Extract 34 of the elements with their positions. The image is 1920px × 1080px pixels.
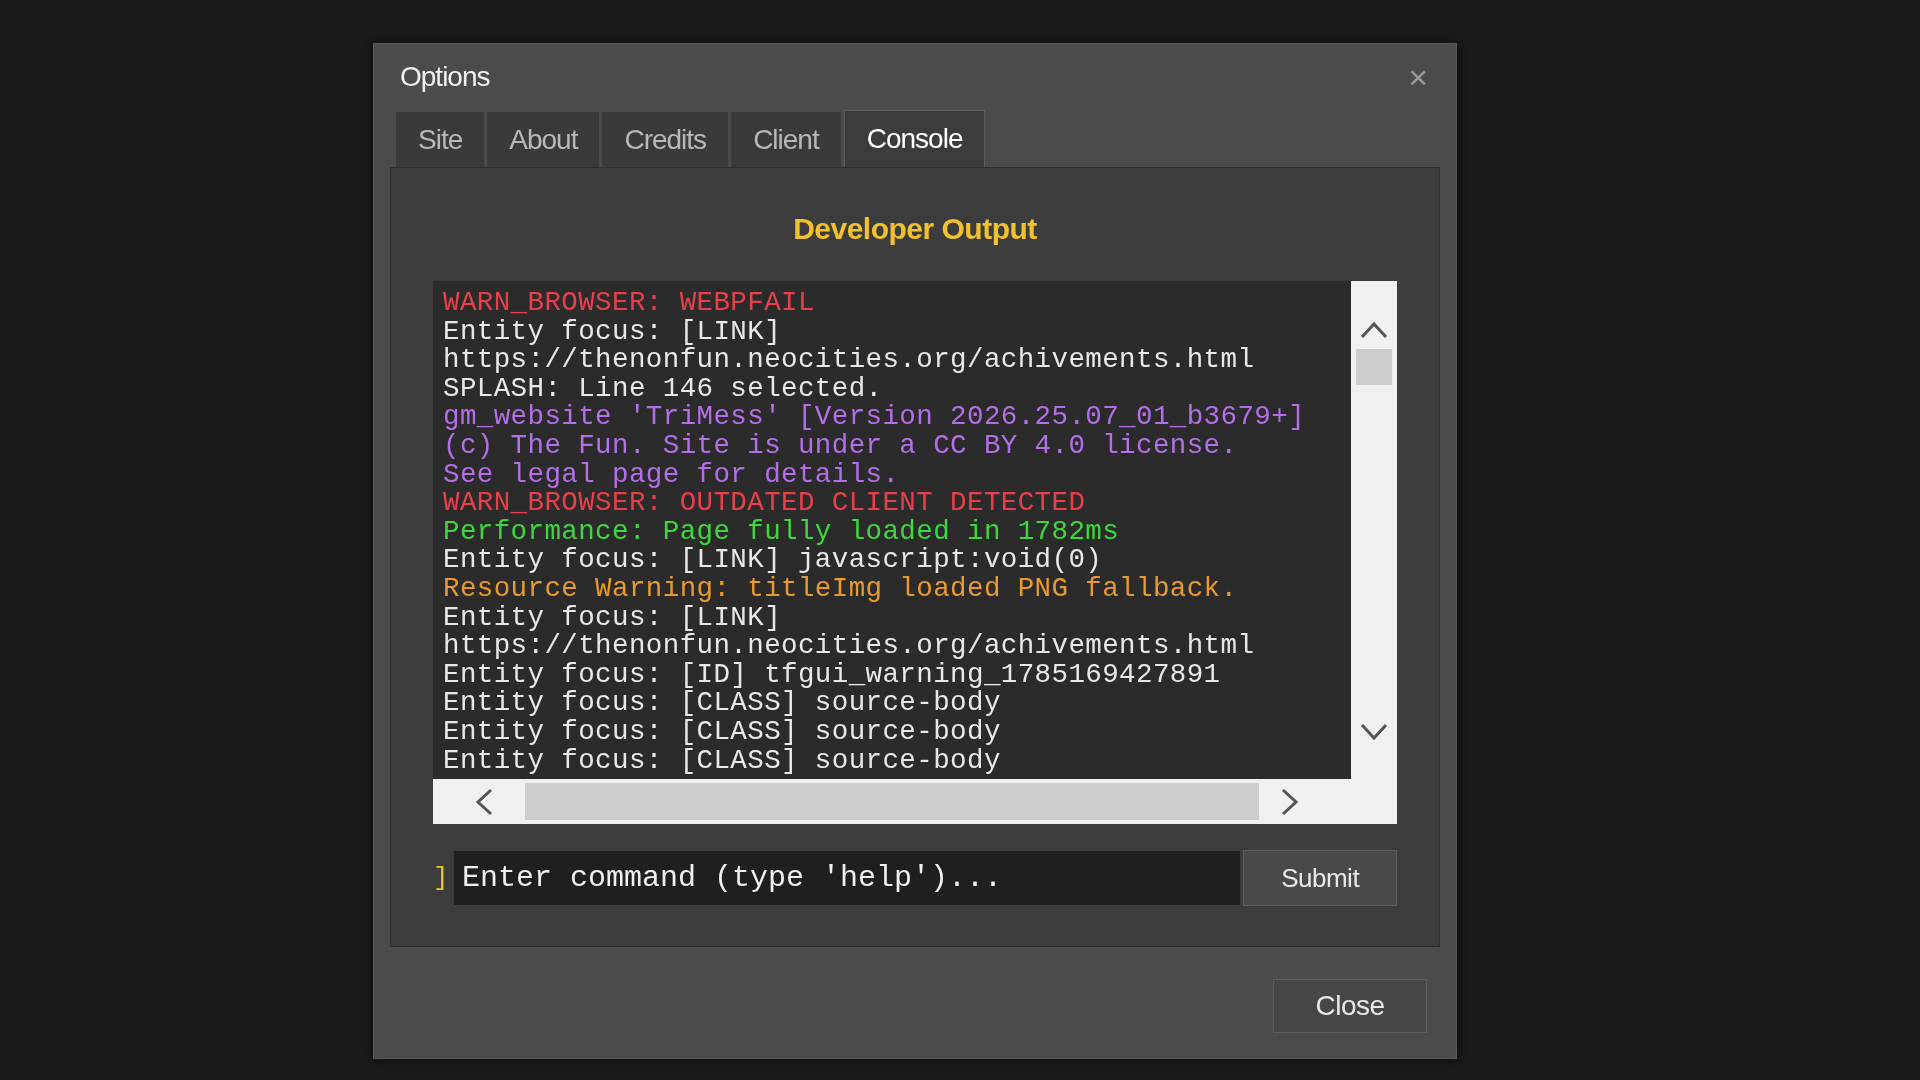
console-line: Entity focus: [CLASS] source-body xyxy=(443,746,1002,776)
console-line: gm_website 'TriMess' [Version 2026.25.07_01_b3679+] xyxy=(443,403,1307,432)
console-line: Entity focus: [CLASS] source-body xyxy=(443,689,1001,718)
console-line: SPLASH: Line 146 selected. xyxy=(443,374,883,404)
console-line: Entity focus: [LINK] xyxy=(443,603,782,633)
console-line: Entity focus: [CLASS] source-body xyxy=(443,717,1002,747)
console-line: https://thenonfun.neocities.org/achivements.html xyxy=(443,346,1256,375)
scroll-up-icon[interactable] xyxy=(1360,321,1388,339)
close-button[interactable]: Close xyxy=(1273,979,1427,1033)
console-line: Resource Warning: titleImg loaded PNG fallback. xyxy=(443,574,1239,604)
prompt-marker: ] xyxy=(433,861,450,895)
scrollbar-thumb[interactable] xyxy=(1356,349,1392,385)
scroll-left-icon[interactable] xyxy=(475,787,493,816)
tab[interactable]: About xyxy=(487,112,600,167)
console-line: WARN_BROWSER: WEBPFAIL xyxy=(443,289,816,318)
scrollbar-thumb[interactable] xyxy=(525,783,1259,820)
console-line: Entity focus: [ID] tfgui_warning_1785169427891 xyxy=(443,660,1221,690)
console-line: (c) The Fun. Site is under a CC BY 4.0 license. xyxy=(443,431,1238,461)
scroll-down-icon[interactable] xyxy=(1360,723,1388,741)
console-line: Entity focus: [LINK] javascript:void(0) xyxy=(443,546,1104,575)
panel-heading: Developer Output xyxy=(793,211,1037,247)
submit-button[interactable]: Submit xyxy=(1243,850,1397,906)
tab[interactable]: Console xyxy=(843,110,986,167)
tab[interactable]: Site xyxy=(396,112,485,167)
console-line: Entity focus: [LINK] xyxy=(443,317,783,347)
console-line: WARN_BROWSER: OUTDATED CLIENT DETECTED xyxy=(443,489,1087,518)
scroll-right-icon[interactable] xyxy=(1281,787,1299,816)
console-line: Performance: Page fully loaded in 1782ms xyxy=(443,517,1121,547)
console-line: See legal page for details. xyxy=(443,460,901,490)
command-input[interactable]: Enter command (type 'help')... xyxy=(453,851,1241,905)
console-line: https://thenonfun.neocities.org/achivements.html xyxy=(443,632,1256,661)
window-title: Options xyxy=(400,60,490,94)
tab[interactable]: Client xyxy=(731,112,841,167)
tab[interactable]: Credits xyxy=(602,112,729,167)
